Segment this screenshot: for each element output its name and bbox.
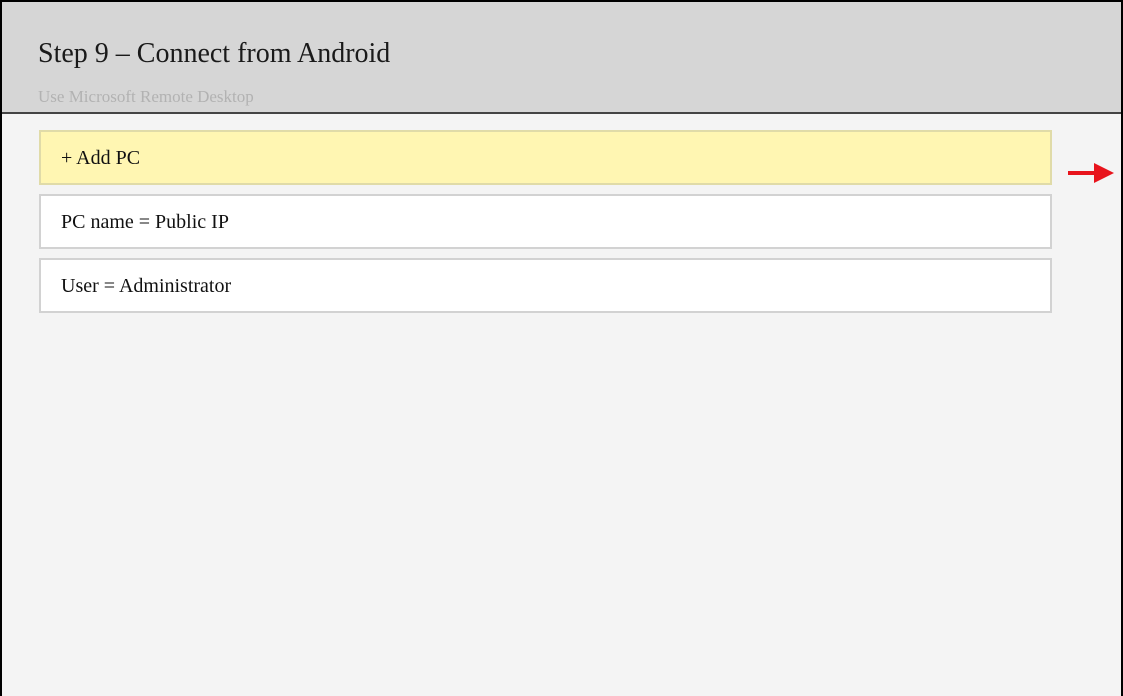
step-header: Step 9 – Connect from Android Use Micros…	[2, 2, 1121, 114]
pc-name-label: PC name = Public IP	[61, 211, 229, 233]
step-subtitle: Use Microsoft Remote Desktop	[38, 87, 254, 106]
pc-name-item[interactable]: PC name = Public IP	[39, 194, 1052, 249]
slide-frame: Step 9 – Connect from Android Use Micros…	[0, 0, 1123, 696]
arrow-right-icon	[1068, 163, 1114, 183]
user-label: User = Administrator	[61, 275, 232, 297]
add-pc-item[interactable]: + Add PC	[39, 130, 1052, 185]
user-item[interactable]: User = Administrator	[39, 258, 1052, 313]
add-pc-label: + Add PC	[61, 147, 141, 169]
step-title: Step 9 – Connect from Android	[38, 38, 391, 69]
